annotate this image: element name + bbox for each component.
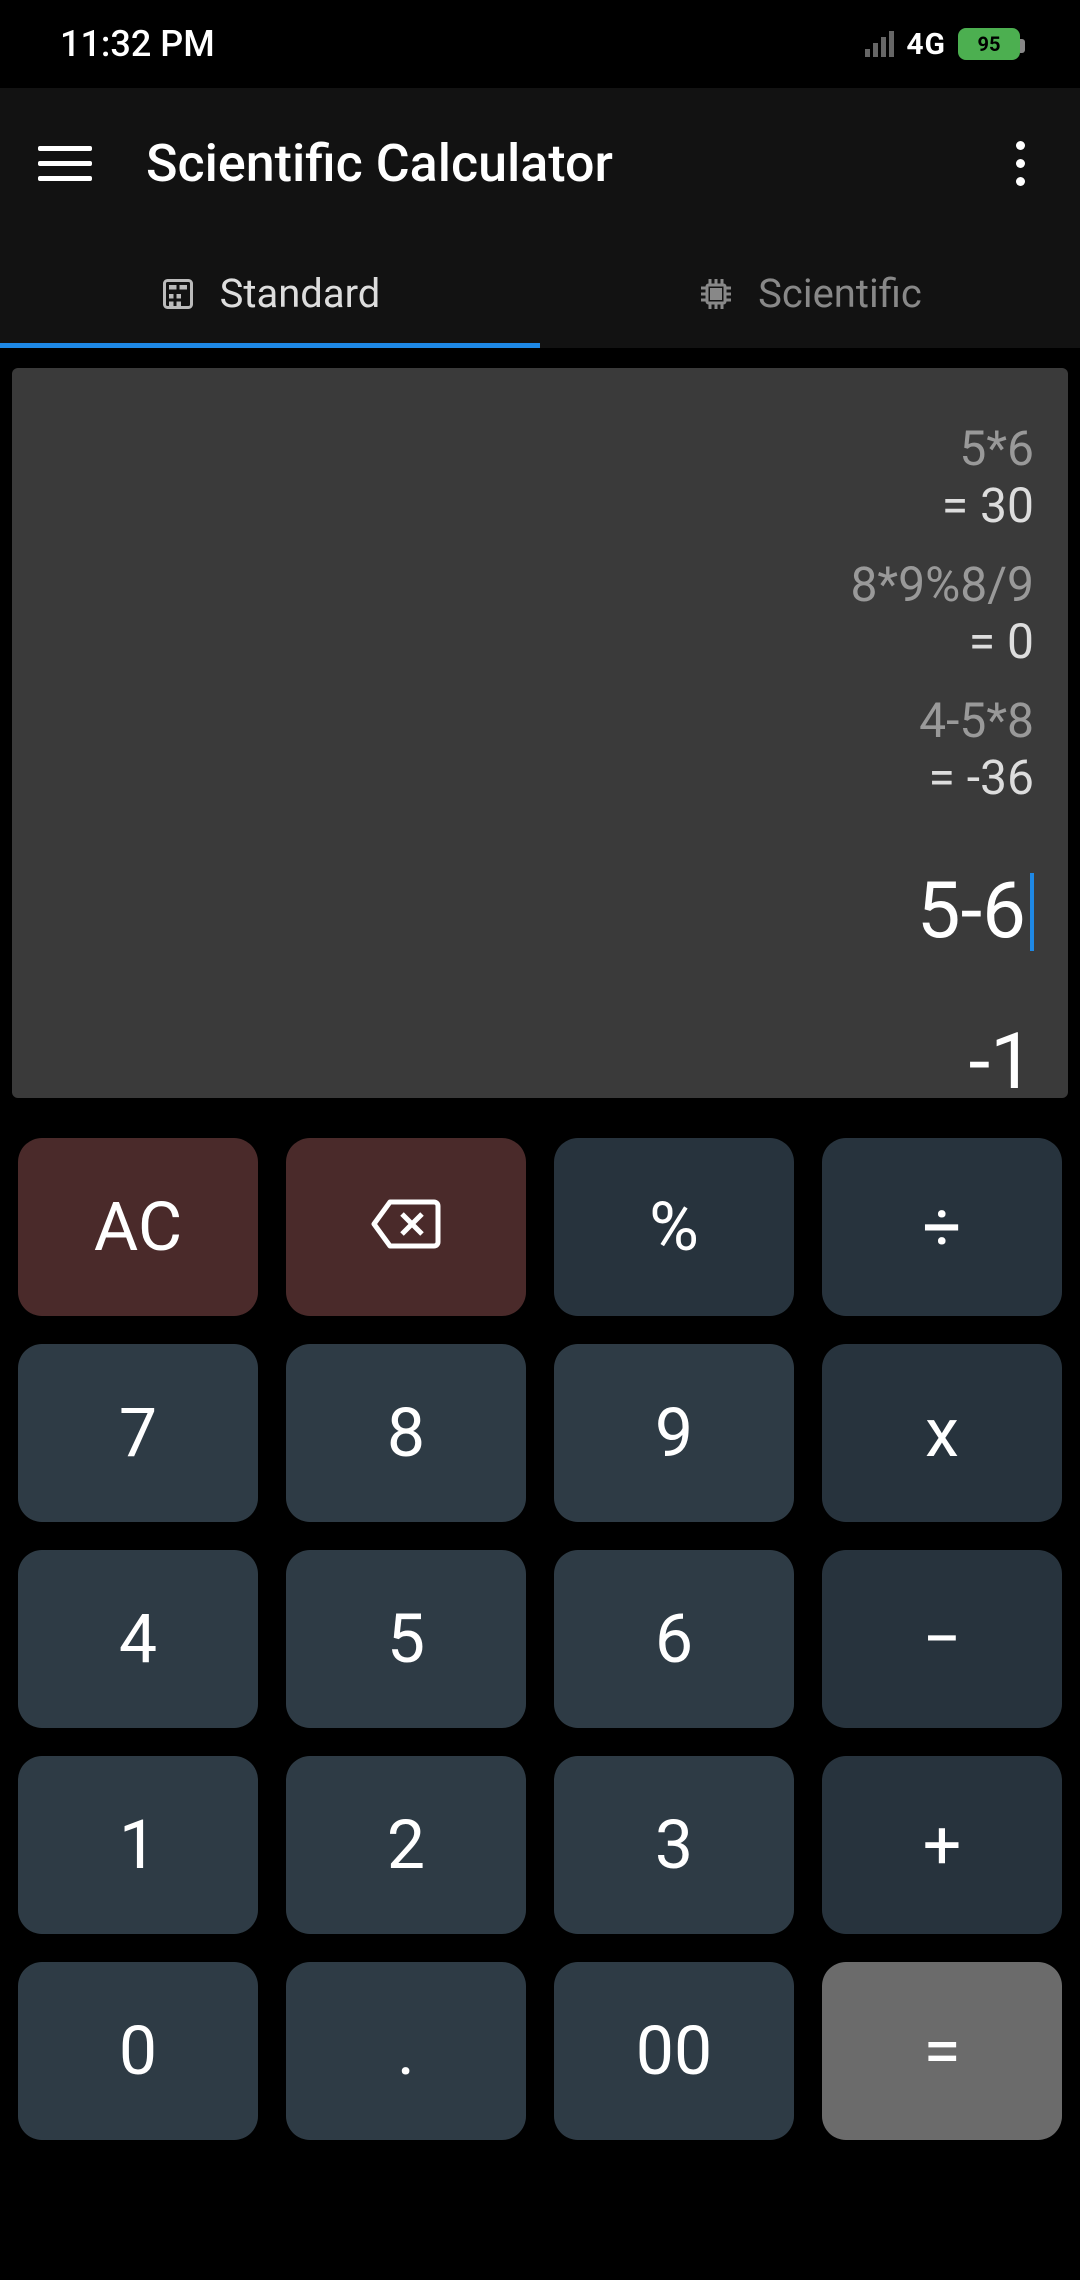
more-options-icon[interactable] [990, 141, 1050, 186]
battery-percent: 95 [978, 32, 1001, 56]
hamburger-icon[interactable] [30, 146, 100, 181]
current-expression: 5-6 [917, 866, 1034, 957]
history-entry: 4-5*8 = -36 [919, 692, 1034, 806]
add-button[interactable]: + [822, 1756, 1062, 1934]
digit-3-button[interactable]: 3 [554, 1756, 794, 1934]
keypad: AC % ÷ 7 8 9 x 4 5 6 − 1 2 3 + 0 . 00 = [18, 1138, 1062, 2140]
multiply-button[interactable]: x [822, 1344, 1062, 1522]
history-result: = -36 [919, 749, 1034, 806]
history-entry: 8*9%8/9 = 0 [850, 556, 1034, 670]
history-expression: 5*6 [942, 420, 1034, 477]
app-bar: Scientific Calculator [0, 88, 1080, 238]
current-result: -1 [969, 1017, 1034, 1098]
backspace-icon [370, 1187, 442, 1267]
history-entry: 5*6 = 30 [942, 420, 1034, 534]
network-type: 4G [906, 27, 946, 62]
subtract-button[interactable]: − [822, 1550, 1062, 1728]
digit-8-button[interactable]: 8 [286, 1344, 526, 1522]
digit-9-button[interactable]: 9 [554, 1344, 794, 1522]
digit-0-button[interactable]: 0 [18, 1962, 258, 2140]
signal-icon [865, 31, 894, 57]
percent-button[interactable]: % [554, 1138, 794, 1316]
status-bar: 11:32 PM 4G 95 [0, 0, 1080, 88]
digit-7-button[interactable]: 7 [18, 1344, 258, 1522]
display-panel[interactable]: 5*6 = 30 8*9%8/9 = 0 4-5*8 = -36 5-6 -1 [12, 368, 1068, 1098]
tabs: Standard Scientific [0, 238, 1080, 348]
tab-standard-label: Standard [220, 270, 381, 317]
digit-4-button[interactable]: 4 [18, 1550, 258, 1728]
digit-1-button[interactable]: 1 [18, 1756, 258, 1934]
history-expression: 8*9%8/9 [850, 556, 1034, 613]
cursor-icon [1030, 873, 1034, 951]
history-expression: 4-5*8 [919, 692, 1034, 749]
divide-button[interactable]: ÷ [822, 1138, 1062, 1316]
equals-button[interactable]: = [822, 1962, 1062, 2140]
tab-standard[interactable]: Standard [0, 238, 540, 348]
digit-6-button[interactable]: 6 [554, 1550, 794, 1728]
all-clear-button[interactable]: AC [18, 1138, 258, 1316]
page-title: Scientific Calculator [146, 133, 990, 194]
status-right: 4G 95 [865, 27, 1020, 62]
history-result: = 30 [942, 477, 1034, 534]
backspace-button[interactable] [286, 1138, 526, 1316]
tab-scientific-label: Scientific [758, 270, 922, 317]
digit-5-button[interactable]: 5 [286, 1550, 526, 1728]
double-zero-button[interactable]: 00 [554, 1962, 794, 2140]
decimal-button[interactable]: . [286, 1962, 526, 2140]
chip-icon [698, 275, 734, 311]
calculator-icon [160, 275, 196, 311]
history-result: = 0 [850, 613, 1034, 670]
clock: 11:32 PM [60, 23, 215, 65]
digit-2-button[interactable]: 2 [286, 1756, 526, 1934]
battery-icon: 95 [958, 28, 1020, 60]
tab-scientific[interactable]: Scientific [540, 238, 1080, 348]
